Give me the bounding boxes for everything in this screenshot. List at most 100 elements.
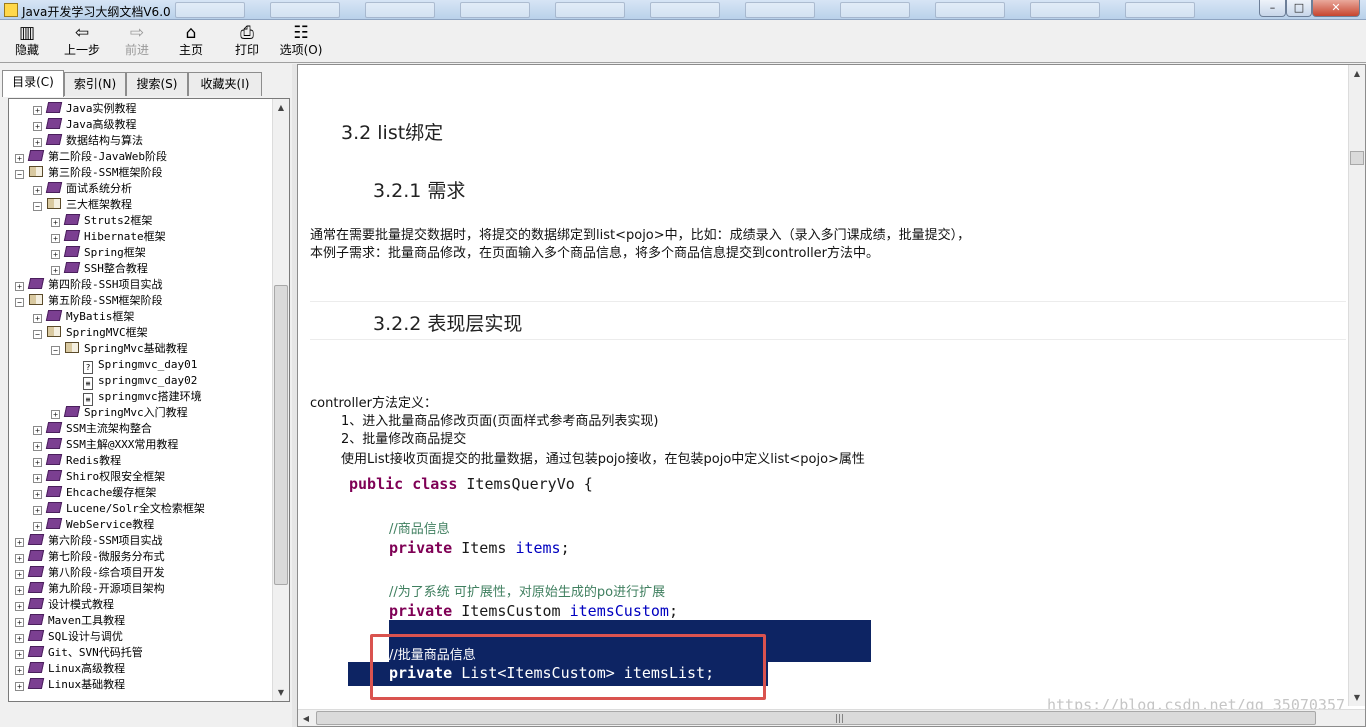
expand-icon[interactable]: + [33,122,42,131]
tree-item-label: Linux高级教程 [48,662,126,675]
tree-item-label: Ehcache缓存框架 [66,486,157,499]
tree-item[interactable]: + Java高级教程 [33,117,137,133]
forward-button[interactable]: ⇨ 前进 [118,23,156,61]
tree-item[interactable]: + SSM主流架构整合 [33,421,152,437]
expand-icon[interactable]: + [33,314,42,323]
expand-icon[interactable]: + [33,522,42,531]
tree-item[interactable]: + 数据结构与算法 [33,133,143,149]
tab-index[interactable]: 索引(N) [64,72,126,96]
expand-icon[interactable]: + [15,634,24,643]
tree-item[interactable]: + SQL设计与调优 [15,629,123,645]
scroll-up-arrow-icon[interactable]: ▲ [1349,65,1365,82]
expand-icon[interactable]: + [15,554,24,563]
tree-item[interactable]: + Git、SVN代码托管 [15,645,143,661]
expand-icon[interactable]: + [33,138,42,147]
content-hscroll-thumb[interactable]: ||| [316,711,1316,725]
expand-icon[interactable]: + [51,218,60,227]
tree-item[interactable]: − 第五阶段-SSM框架阶段 [15,293,163,309]
options-button[interactable]: ☷ 选项(O) [278,23,324,61]
tree-item[interactable]: + 面试系统分析 [33,181,132,197]
expand-icon[interactable]: + [33,426,42,435]
expand-icon[interactable]: + [15,538,24,547]
tab-favorites[interactable]: 收藏夹(I) [188,72,262,96]
expand-icon[interactable]: + [15,570,24,579]
collapse-icon[interactable]: − [33,330,42,339]
tree-item[interactable]: ≡ springmvc搭建环境 [69,389,202,406]
tree-item[interactable]: + SSM主解@XXX常用教程 [33,437,178,453]
tree-item[interactable]: + Linux基础教程 [15,677,125,693]
tree-item[interactable]: + Java实例教程 [33,101,137,117]
expand-icon[interactable]: + [51,234,60,243]
tree-item[interactable]: + Redis教程 [33,453,121,469]
expand-icon[interactable]: + [15,618,24,627]
hide-button[interactable]: ▥ 隐藏 [8,23,46,61]
tree-item[interactable]: + Hibernate框架 [51,229,166,245]
expand-icon[interactable]: + [15,282,24,291]
tab-search[interactable]: 搜索(S) [126,72,188,96]
expand-icon[interactable]: + [15,154,24,163]
content-horizontal-scrollbar[interactable]: ◀ ||| [298,709,1365,726]
expand-icon[interactable]: + [15,586,24,595]
minimize-button[interactable]: – [1259,0,1286,17]
tree-item[interactable]: + SSH整合教程 [51,261,148,277]
expand-icon[interactable]: + [33,474,42,483]
expand-icon[interactable]: + [15,602,24,611]
expand-icon[interactable]: + [51,250,60,259]
expand-icon[interactable]: + [33,186,42,195]
expand-icon[interactable]: + [33,442,42,451]
tree-item[interactable]: ≡ springmvc_day02 [69,373,197,390]
expand-icon[interactable]: + [15,650,24,659]
code-comment: //商品信息 [389,522,450,537]
expand-icon[interactable]: + [51,410,60,419]
tree-item[interactable]: + WebService教程 [33,517,154,533]
tree-item[interactable]: + MyBatis框架 [33,309,134,325]
tree-item[interactable]: − SpringMVC框架 [33,325,148,341]
collapse-icon[interactable]: − [51,346,60,355]
home-button[interactable]: ⌂ 主页 [172,23,210,61]
expand-icon[interactable]: + [33,458,42,467]
close-button[interactable]: ✕ [1312,0,1360,17]
tree-item[interactable]: − 第三阶段-SSM框架阶段 [15,165,163,181]
print-button[interactable]: ⎙ 打印 [228,23,266,61]
tree-item[interactable]: + Spring框架 [51,245,146,261]
expand-icon[interactable]: + [33,106,42,115]
tab-contents[interactable]: 目录(C) [2,70,64,97]
tree-item[interactable]: + 设计模式教程 [15,597,114,613]
maximize-button[interactable]: □ [1286,0,1312,17]
expand-icon[interactable]: + [51,266,60,275]
tree-item[interactable]: + 第七阶段-微服务分布式 [15,549,165,565]
scroll-down-arrow-icon[interactable]: ▼ [1349,689,1365,706]
tree-item[interactable]: + Maven工具教程 [15,613,125,629]
back-button[interactable]: ⇦ 上一步 [60,23,104,61]
tree-item[interactable]: + SpringMvc入门教程 [51,405,188,421]
tree-item[interactable]: + Lucene/Solr全文检索框架 [33,501,205,517]
tree-scrollbar[interactable]: ▲ ▼ [272,99,289,701]
scroll-left-arrow-icon[interactable]: ◀ [298,710,314,726]
tree-item[interactable]: − 三大框架教程 [33,197,132,213]
scroll-down-arrow-icon[interactable]: ▼ [273,684,289,701]
tree-item-label: SpringMvc基础教程 [84,342,188,355]
tree-item[interactable]: ? Springmvc_day01 [69,357,197,374]
expand-icon[interactable]: + [33,506,42,515]
tree-item[interactable]: + 第六阶段-SSM项目实战 [15,533,163,549]
tree-item[interactable]: + 第四阶段-SSH项目实战 [15,277,163,293]
tree-item-label: WebService教程 [66,518,155,531]
content-scroll-thumb[interactable] [1350,151,1364,165]
tree-item[interactable]: + 第八阶段-综合项目开发 [15,565,165,581]
collapse-icon[interactable]: − [15,298,24,307]
tree-item[interactable]: + 第九阶段-开源项目架构 [15,581,165,597]
content-vertical-scrollbar[interactable]: ▲ ▼ [1348,65,1365,706]
tree-scroll-thumb[interactable] [274,285,288,585]
tree-item[interactable]: + Ehcache缓存框架 [33,485,156,501]
tree-item[interactable]: + Shiro权限安全框架 [33,469,165,485]
collapse-icon[interactable]: − [15,170,24,179]
expand-icon[interactable]: + [33,490,42,499]
scroll-up-arrow-icon[interactable]: ▲ [273,99,289,116]
expand-icon[interactable]: + [15,682,24,691]
collapse-icon[interactable]: − [33,202,42,211]
tree-item[interactable]: + Linux高级教程 [15,661,125,677]
tree-item[interactable]: − SpringMvc基础教程 [51,341,188,357]
tree-item[interactable]: + 第二阶段-JavaWeb阶段 [15,149,167,165]
expand-icon[interactable]: + [15,666,24,675]
tree-item[interactable]: + Struts2框架 [51,213,152,229]
